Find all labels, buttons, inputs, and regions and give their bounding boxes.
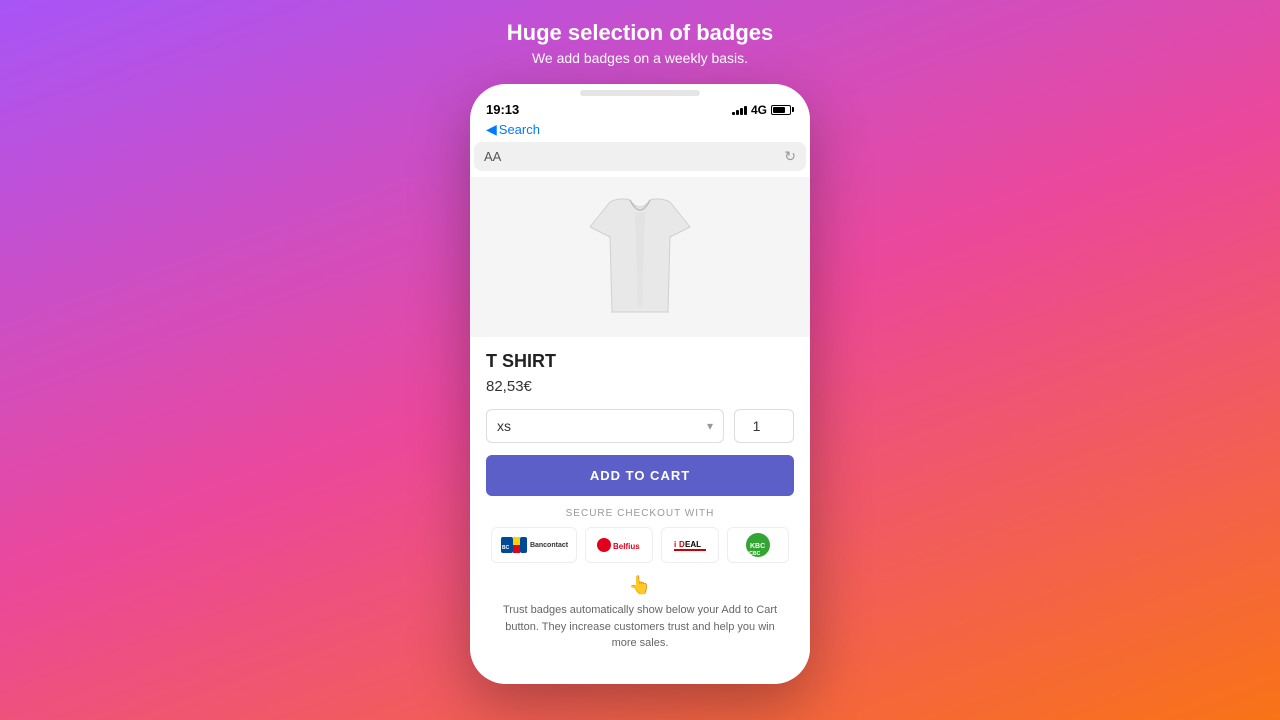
bancontact-badge: BC Bancontact	[491, 527, 577, 563]
back-chevron-icon: ◀	[486, 121, 497, 138]
kbc-logo: KBC /CBC	[736, 531, 780, 559]
address-bar[interactable]: AA ↻	[474, 142, 806, 171]
phone-notch-area	[486, 90, 794, 96]
tshirt-image	[580, 192, 700, 322]
add-to-cart-button[interactable]: ADD TO CART	[486, 455, 794, 496]
page-container: Huge selection of badges We add badges o…	[0, 0, 1280, 720]
refresh-icon[interactable]: ↻	[784, 148, 796, 165]
belfius-logo: Belfius	[594, 535, 644, 555]
product-info: T SHIRT 82,53€ xs ▾ ADD TO CART SECURE C…	[470, 337, 810, 668]
secure-checkout-section: SECURE CHECKOUT WITH BC	[486, 508, 794, 563]
status-icons: 4G	[732, 103, 794, 117]
status-bar: 19:13 4G	[486, 100, 794, 119]
battery-fill	[773, 107, 785, 113]
signal-bar-4	[744, 106, 747, 115]
nav-bar: ◀ Search	[486, 119, 794, 142]
ideal-logo: i D EAL	[670, 531, 710, 559]
signal-bar-3	[740, 108, 743, 115]
svg-text:Belfius: Belfius	[613, 542, 640, 551]
secure-checkout-label: SECURE CHECKOUT WITH	[486, 508, 794, 519]
svg-text:i: i	[674, 540, 676, 549]
bancontact-logo: BC	[500, 536, 528, 554]
signal-bars-icon	[732, 105, 747, 115]
battery-icon	[771, 105, 794, 115]
belfius-badge: Belfius	[585, 527, 653, 563]
nav-back-label: Search	[499, 122, 540, 137]
battery-cap	[792, 107, 794, 112]
signal-bar-1	[732, 112, 735, 115]
phone-mockup: 19:13 4G	[470, 84, 810, 684]
phone-top-bar: 19:13 4G	[470, 84, 810, 142]
payment-badges: BC Bancontact Belfius	[486, 527, 794, 563]
svg-text:EAL: EAL	[685, 540, 701, 549]
phone-content: T SHIRT 82,53€ xs ▾ ADD TO CART SECURE C…	[470, 177, 810, 684]
trust-emoji: 👆	[502, 575, 778, 596]
signal-bar-2	[736, 110, 739, 115]
size-select[interactable]: xs ▾	[486, 409, 724, 443]
dropdown-chevron-icon: ▾	[707, 419, 713, 433]
product-options: xs ▾	[486, 409, 794, 443]
status-time: 19:13	[486, 102, 519, 117]
ideal-badge: i D EAL	[661, 527, 719, 563]
trust-text: Trust badges automatically show below yo…	[502, 602, 778, 652]
headline-title: Huge selection of badges	[507, 20, 774, 46]
size-select-inner: xs ▾	[497, 418, 713, 434]
nav-back-button[interactable]: ◀ Search	[486, 121, 540, 138]
product-name: T SHIRT	[486, 351, 794, 372]
size-value: xs	[497, 418, 511, 434]
phone-notch	[580, 90, 700, 96]
trust-section: 👆 Trust badges automatically show below …	[486, 575, 794, 668]
bancontact-label: Bancontact	[530, 542, 568, 549]
product-price: 82,53€	[486, 378, 794, 395]
headline-section: Huge selection of badges We add badges o…	[507, 20, 774, 66]
svg-text:BC: BC	[502, 545, 510, 551]
headline-subtitle: We add badges on a weekly basis.	[507, 50, 774, 66]
kbc-badge: KBC /CBC	[727, 527, 789, 563]
svg-text:KBC: KBC	[750, 543, 765, 550]
quantity-input[interactable]	[734, 409, 794, 443]
product-image-container	[470, 177, 810, 337]
address-bar-text: AA	[484, 149, 784, 164]
battery-body	[771, 105, 791, 115]
network-label: 4G	[751, 103, 767, 117]
svg-text:/CBC: /CBC	[748, 551, 761, 557]
